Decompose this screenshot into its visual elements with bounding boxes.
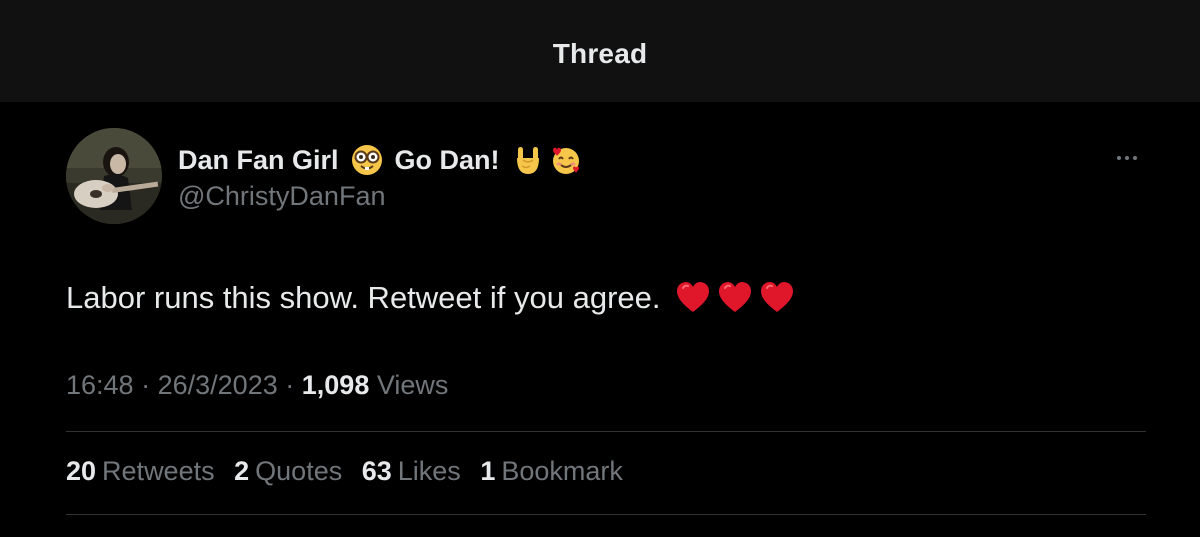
views-count: 1,098 xyxy=(301,370,370,400)
smiling-face-with-hearts-emoji-icon xyxy=(550,144,582,176)
meta-separator: · xyxy=(285,370,295,400)
author-name-suffix: Go Dan! xyxy=(394,144,500,175)
quotes-stat[interactable]: 2 Quotes xyxy=(234,456,342,486)
more-options-button[interactable] xyxy=(1112,146,1142,170)
tweet-text: Labor runs this show. Retweet if you agr… xyxy=(66,280,661,315)
thread-header: Thread xyxy=(0,0,1200,102)
tweet-time[interactable]: 16:48 xyxy=(66,370,134,400)
engagement-stats: 20 Retweets 2 Quotes 63 Likes 1 Bookmark xyxy=(66,456,635,487)
tweet-meta: 16:48 · 26/3/2023 · 1,098 Views xyxy=(66,370,448,401)
bookmarks-label: Bookmark xyxy=(501,456,623,486)
more-options-icon xyxy=(1117,156,1137,160)
retweets-count: 20 xyxy=(66,456,97,486)
author-name-text: Dan Fan Girl xyxy=(178,144,339,175)
red-heart-emoji-icon xyxy=(675,280,711,316)
red-heart-emoji-icon xyxy=(759,280,795,316)
retweets-stat[interactable]: 20 Retweets xyxy=(66,456,215,486)
tweet-date[interactable]: 26/3/2023 xyxy=(158,370,278,400)
likes-count: 63 xyxy=(361,456,392,486)
red-heart-emoji-icon xyxy=(717,280,753,316)
likes-label: Likes xyxy=(397,456,461,486)
bookmarks-count: 1 xyxy=(480,456,496,486)
bookmarks-stat[interactable]: 1 Bookmark xyxy=(480,456,623,486)
views-label: Views xyxy=(376,370,449,400)
divider xyxy=(66,514,1146,515)
quotes-count: 2 xyxy=(234,456,250,486)
author-handle[interactable]: @ChristyDanFan xyxy=(178,181,385,212)
tweet-body: Labor runs this show. Retweet if you agr… xyxy=(66,280,795,316)
sign-of-the-horns-emoji-icon xyxy=(512,144,544,176)
meta-separator: · xyxy=(141,370,151,400)
quotes-label: Quotes xyxy=(255,456,343,486)
avatar-photo xyxy=(66,128,162,224)
avatar[interactable] xyxy=(66,128,162,224)
nerd-face-emoji-icon xyxy=(351,144,383,176)
author-display-name[interactable]: Dan Fan Girl Go Dan! xyxy=(178,144,582,176)
likes-stat[interactable]: 63 Likes xyxy=(362,456,461,486)
divider xyxy=(66,431,1146,432)
page-title: Thread xyxy=(552,38,648,69)
retweets-label: Retweets xyxy=(102,456,215,486)
